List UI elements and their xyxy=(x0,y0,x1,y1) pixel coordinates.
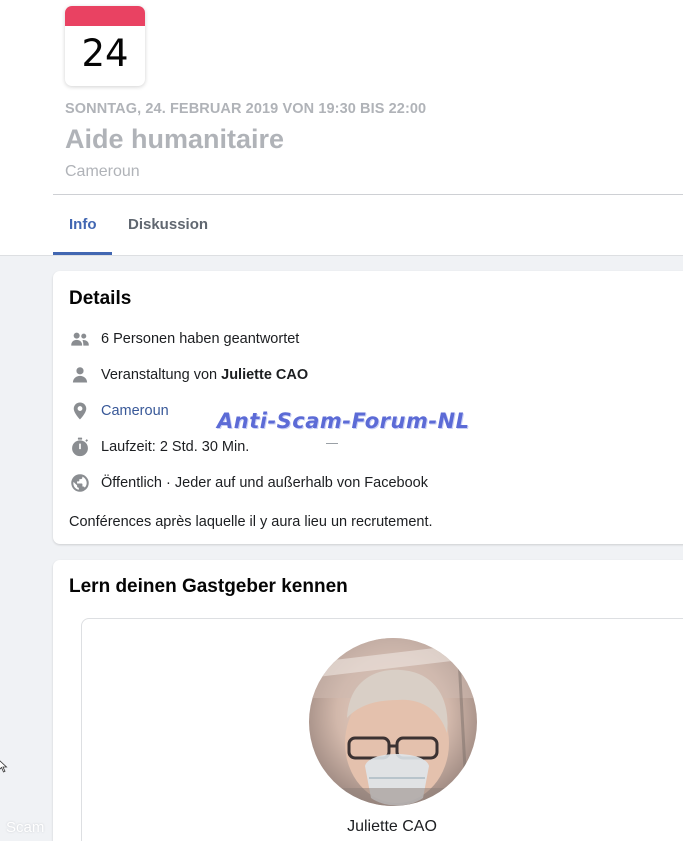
event-location[interactable]: Cameroun xyxy=(65,163,140,181)
tab-info[interactable]: Info xyxy=(69,216,97,233)
globe-icon xyxy=(69,472,91,494)
place-link[interactable]: Cameroun xyxy=(101,403,169,419)
location-pin-icon xyxy=(69,400,91,422)
calendar-day: 24 xyxy=(81,32,129,75)
responses-row: 6 Personen haben geantwortet xyxy=(69,327,299,351)
event-description: Conférences après laquelle il y aura lie… xyxy=(69,514,433,530)
people-icon xyxy=(69,328,91,350)
mouse-cursor-icon xyxy=(0,760,8,773)
event-title: Aide humanitaire xyxy=(65,124,285,154)
event-header: 24 SONNTAG, 24. FEBRUAR 2019 VON 19:30 B… xyxy=(0,0,683,256)
avatar-photo-icon xyxy=(309,638,477,806)
organizer-name-link[interactable]: Juliette CAO xyxy=(221,367,308,383)
host-name[interactable]: Juliette CAO xyxy=(82,818,683,836)
host-profile-box: Juliette CAO xyxy=(81,618,683,841)
event-date: SONNTAG, 24. FEBRUAR 2019 VON 19:30 BIS … xyxy=(65,101,427,117)
stopwatch-icon xyxy=(69,436,91,458)
place-row: Cameroun xyxy=(69,399,169,423)
tab-diskussion[interactable]: Diskussion xyxy=(128,216,208,233)
details-title: Details xyxy=(69,288,132,309)
host-card: Lern deinen Gastgeber kennen Juliette CA… xyxy=(53,560,683,841)
organizer-prefix: Veranstaltung von xyxy=(101,367,222,383)
watermark-dash xyxy=(326,443,338,444)
active-tab-indicator xyxy=(53,252,112,255)
details-card: Details 6 Personen haben geantwortet Ver… xyxy=(53,271,683,544)
host-card-title: Lern deinen Gastgeber kennen xyxy=(69,576,348,597)
organizer-text: Veranstaltung von Juliette CAO xyxy=(101,367,308,383)
privacy-row: Öffentlich · Jeder auf und außerhalb von… xyxy=(69,471,428,495)
host-avatar[interactable] xyxy=(309,638,477,806)
privacy-text: Öffentlich · Jeder auf und außerhalb von… xyxy=(101,475,428,491)
header-divider xyxy=(53,194,683,195)
watermark-text: Anti-Scam-Forum-NL xyxy=(217,409,470,433)
duration-row: Laufzeit: 2 Std. 30 Min. xyxy=(69,435,249,459)
organizer-row: Veranstaltung von Juliette CAO xyxy=(69,363,308,387)
calendar-badge: 24 xyxy=(65,6,145,86)
calendar-badge-top xyxy=(65,6,145,26)
watermark-corner-text: Scam xyxy=(6,819,45,836)
person-icon xyxy=(69,364,91,386)
responses-text[interactable]: 6 Personen haben geantwortet xyxy=(101,331,299,347)
duration-text: Laufzeit: 2 Std. 30 Min. xyxy=(101,439,250,455)
